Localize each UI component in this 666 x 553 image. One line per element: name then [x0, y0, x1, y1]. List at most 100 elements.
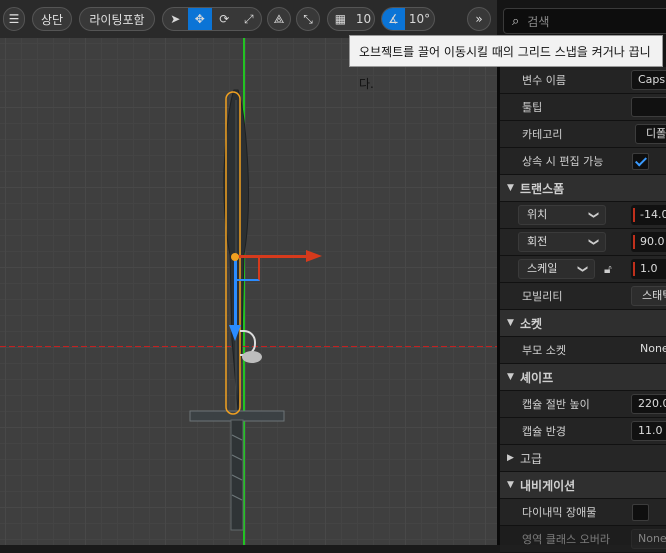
location-dropdown[interactable]: 위치 ❯	[518, 205, 606, 225]
parent-socket-label: 부모 소켓	[522, 344, 566, 357]
viewport-toolbar: ☰ 상단 라이팅포함 ➤ ✥ ⟳ ⤢ ⟁ ⤡ ▦ 10 ∡ 10° »	[0, 0, 497, 38]
prop-category: 카테고리 디폴	[500, 121, 666, 148]
category-label: 카테고리	[522, 128, 563, 141]
category-advanced[interactable]: ▶ 고급	[500, 445, 666, 472]
viewport-menu-button[interactable]: ☰	[3, 7, 25, 31]
tooltip-input[interactable]	[631, 97, 666, 117]
var-name-label: 변수 이름	[522, 74, 566, 87]
transform-tools-group: ➤ ✥ ⟳ ⤢	[162, 7, 262, 31]
grid-snap-toggle[interactable]: ▦	[328, 8, 353, 30]
half-height-input[interactable]: 220.0	[631, 394, 666, 414]
editable-label: 상속 시 편집 가능	[522, 155, 604, 168]
editable-checkbox[interactable]	[632, 152, 649, 170]
hamburger-icon: ☰	[8, 12, 20, 26]
rotation-x-field[interactable]: 90.0 °	[631, 232, 666, 252]
snap-surface-icon: ⤡	[303, 11, 313, 26]
rotate-icon: ⟳	[219, 12, 230, 26]
category-navigation[interactable]: ▼ 내비게이션	[500, 472, 666, 499]
prop-var-name: 변수 이름 Caps	[500, 67, 666, 94]
chevron-down-icon: ❯	[576, 264, 588, 274]
coordinate-space-button[interactable]: ⟁	[267, 7, 291, 31]
collapse-arrow-icon: ▼	[507, 372, 514, 382]
category-socket[interactable]: ▼ 소켓	[500, 310, 666, 337]
toolbar-overflow-button[interactable]: »	[467, 7, 491, 31]
prop-dynamic-obstacle: 다이내믹 장애물	[500, 499, 666, 526]
scale-x-field[interactable]: 1.0	[631, 259, 666, 279]
move-icon: ✥	[194, 12, 205, 26]
prop-area-class: 영역 클래스 오버라 None	[500, 526, 666, 553]
prop-rotation: 회전 ❯ 90.0 °	[500, 229, 666, 256]
scale-icon: ⤢	[243, 11, 254, 26]
search-placeholder: 검색	[527, 14, 550, 29]
rotation-label: 회전	[527, 235, 548, 248]
prop-editable: 상속 시 편집 가능	[500, 148, 666, 175]
view-mode-button[interactable]: 상단	[32, 7, 72, 31]
prop-half-height: 캡슐 절반 높이 220.0	[500, 391, 666, 418]
x-axis-bar	[633, 235, 635, 249]
expand-arrow-icon: ▶	[507, 453, 514, 463]
half-height-label: 캡슐 절반 높이	[522, 398, 590, 411]
world-icon: ⟁	[273, 11, 285, 26]
location-label: 위치	[527, 208, 548, 221]
search-field[interactable]: ⌕ 검색	[503, 8, 666, 34]
tooltip-label: 툴팁	[522, 101, 543, 114]
lit-mode-button[interactable]: 라이팅포함	[79, 7, 155, 31]
rotation-dropdown[interactable]: 회전 ❯	[518, 232, 606, 252]
rotation-snap-group: ∡ 10°	[381, 7, 435, 31]
grid-snap-group: ▦ 10	[327, 7, 375, 31]
radius-label: 캡슐 반경	[522, 425, 566, 438]
gizmo-x-arrow-head	[306, 250, 322, 262]
x-axis-bar	[633, 262, 635, 276]
location-x-value: -14.0	[640, 208, 666, 221]
advanced-label: 고급	[520, 451, 543, 466]
x-axis-bar	[633, 208, 635, 222]
prop-scale: 스케일 ❯ 🔓︎ 1.0	[500, 256, 666, 283]
mobility-static-option[interactable]: 스태틱	[631, 286, 666, 306]
prop-radius: 캡슐 반경 11.0	[500, 418, 666, 445]
select-tool[interactable]: ➤	[163, 8, 188, 30]
rotation-snap-toggle[interactable]: ∡	[382, 8, 406, 30]
chevrons-right-icon: »	[475, 12, 483, 26]
camera-marker-base	[242, 351, 262, 363]
rotation-snap-value[interactable]: 10°	[405, 8, 434, 30]
prop-mobility: 모빌리티 스태틱	[500, 283, 666, 310]
prop-parent-socket: 부모 소켓 None	[500, 337, 666, 364]
rotation-x-value: 90.0 °	[640, 235, 666, 248]
category-transform[interactable]: ▼ 트랜스폼	[500, 175, 666, 202]
location-x-field[interactable]: -14.0	[631, 205, 666, 225]
scale-tool[interactable]: ⤢	[237, 8, 262, 30]
view-mode-label: 상단	[40, 12, 64, 27]
translate-tool[interactable]: ✥	[187, 8, 212, 30]
surface-snap-button[interactable]: ⤡	[296, 7, 320, 31]
radius-input[interactable]: 11.0	[631, 421, 666, 441]
cursor-icon: ➤	[170, 12, 181, 26]
chevron-down-icon: ❯	[587, 210, 599, 220]
dynamic-obstacle-checkbox[interactable]	[632, 503, 649, 521]
tooltip: 오브젝트를 끌어 이동시킬 때의 그리드 스냅을 켜거나 끕니다.	[349, 35, 663, 91]
rotation-snap-value-label: 10°	[408, 12, 431, 26]
prop-tooltip: 툴팁	[500, 94, 666, 121]
collapse-arrow-icon: ▼	[507, 318, 514, 328]
area-class-field[interactable]: None	[631, 529, 666, 549]
search-icon: ⌕	[512, 13, 520, 29]
prop-location: 위치 ❯ -14.0	[500, 202, 666, 229]
gizmo-plane-handle[interactable]	[236, 258, 260, 281]
viewport[interactable]	[0, 0, 497, 545]
gizmo-y-arrow[interactable]	[234, 258, 237, 328]
lock-icon[interactable]: 🔓︎	[604, 262, 612, 277]
mobility-label: 모빌리티	[522, 290, 563, 303]
sword-mesh[interactable]	[180, 80, 300, 545]
scale-dropdown[interactable]: 스케일 ❯	[518, 259, 595, 279]
pivot-dot	[231, 253, 239, 261]
rotate-tool[interactable]: ⟳	[212, 8, 237, 30]
dynamic-obstacle-label: 다이내믹 장애물	[522, 506, 597, 519]
socket-label: 소켓	[520, 316, 543, 331]
category-dropdown[interactable]: 디폴	[635, 124, 666, 144]
transform-label: 트랜스폼	[520, 181, 565, 196]
angle-icon: ∡	[388, 12, 399, 26]
grid-snap-value[interactable]: 10	[353, 8, 374, 30]
collapse-arrow-icon: ▼	[507, 480, 514, 490]
category-shape[interactable]: ▼ 셰이프	[500, 364, 666, 391]
parent-socket-field[interactable]: None	[631, 340, 666, 360]
var-name-input[interactable]: Caps	[631, 70, 666, 90]
